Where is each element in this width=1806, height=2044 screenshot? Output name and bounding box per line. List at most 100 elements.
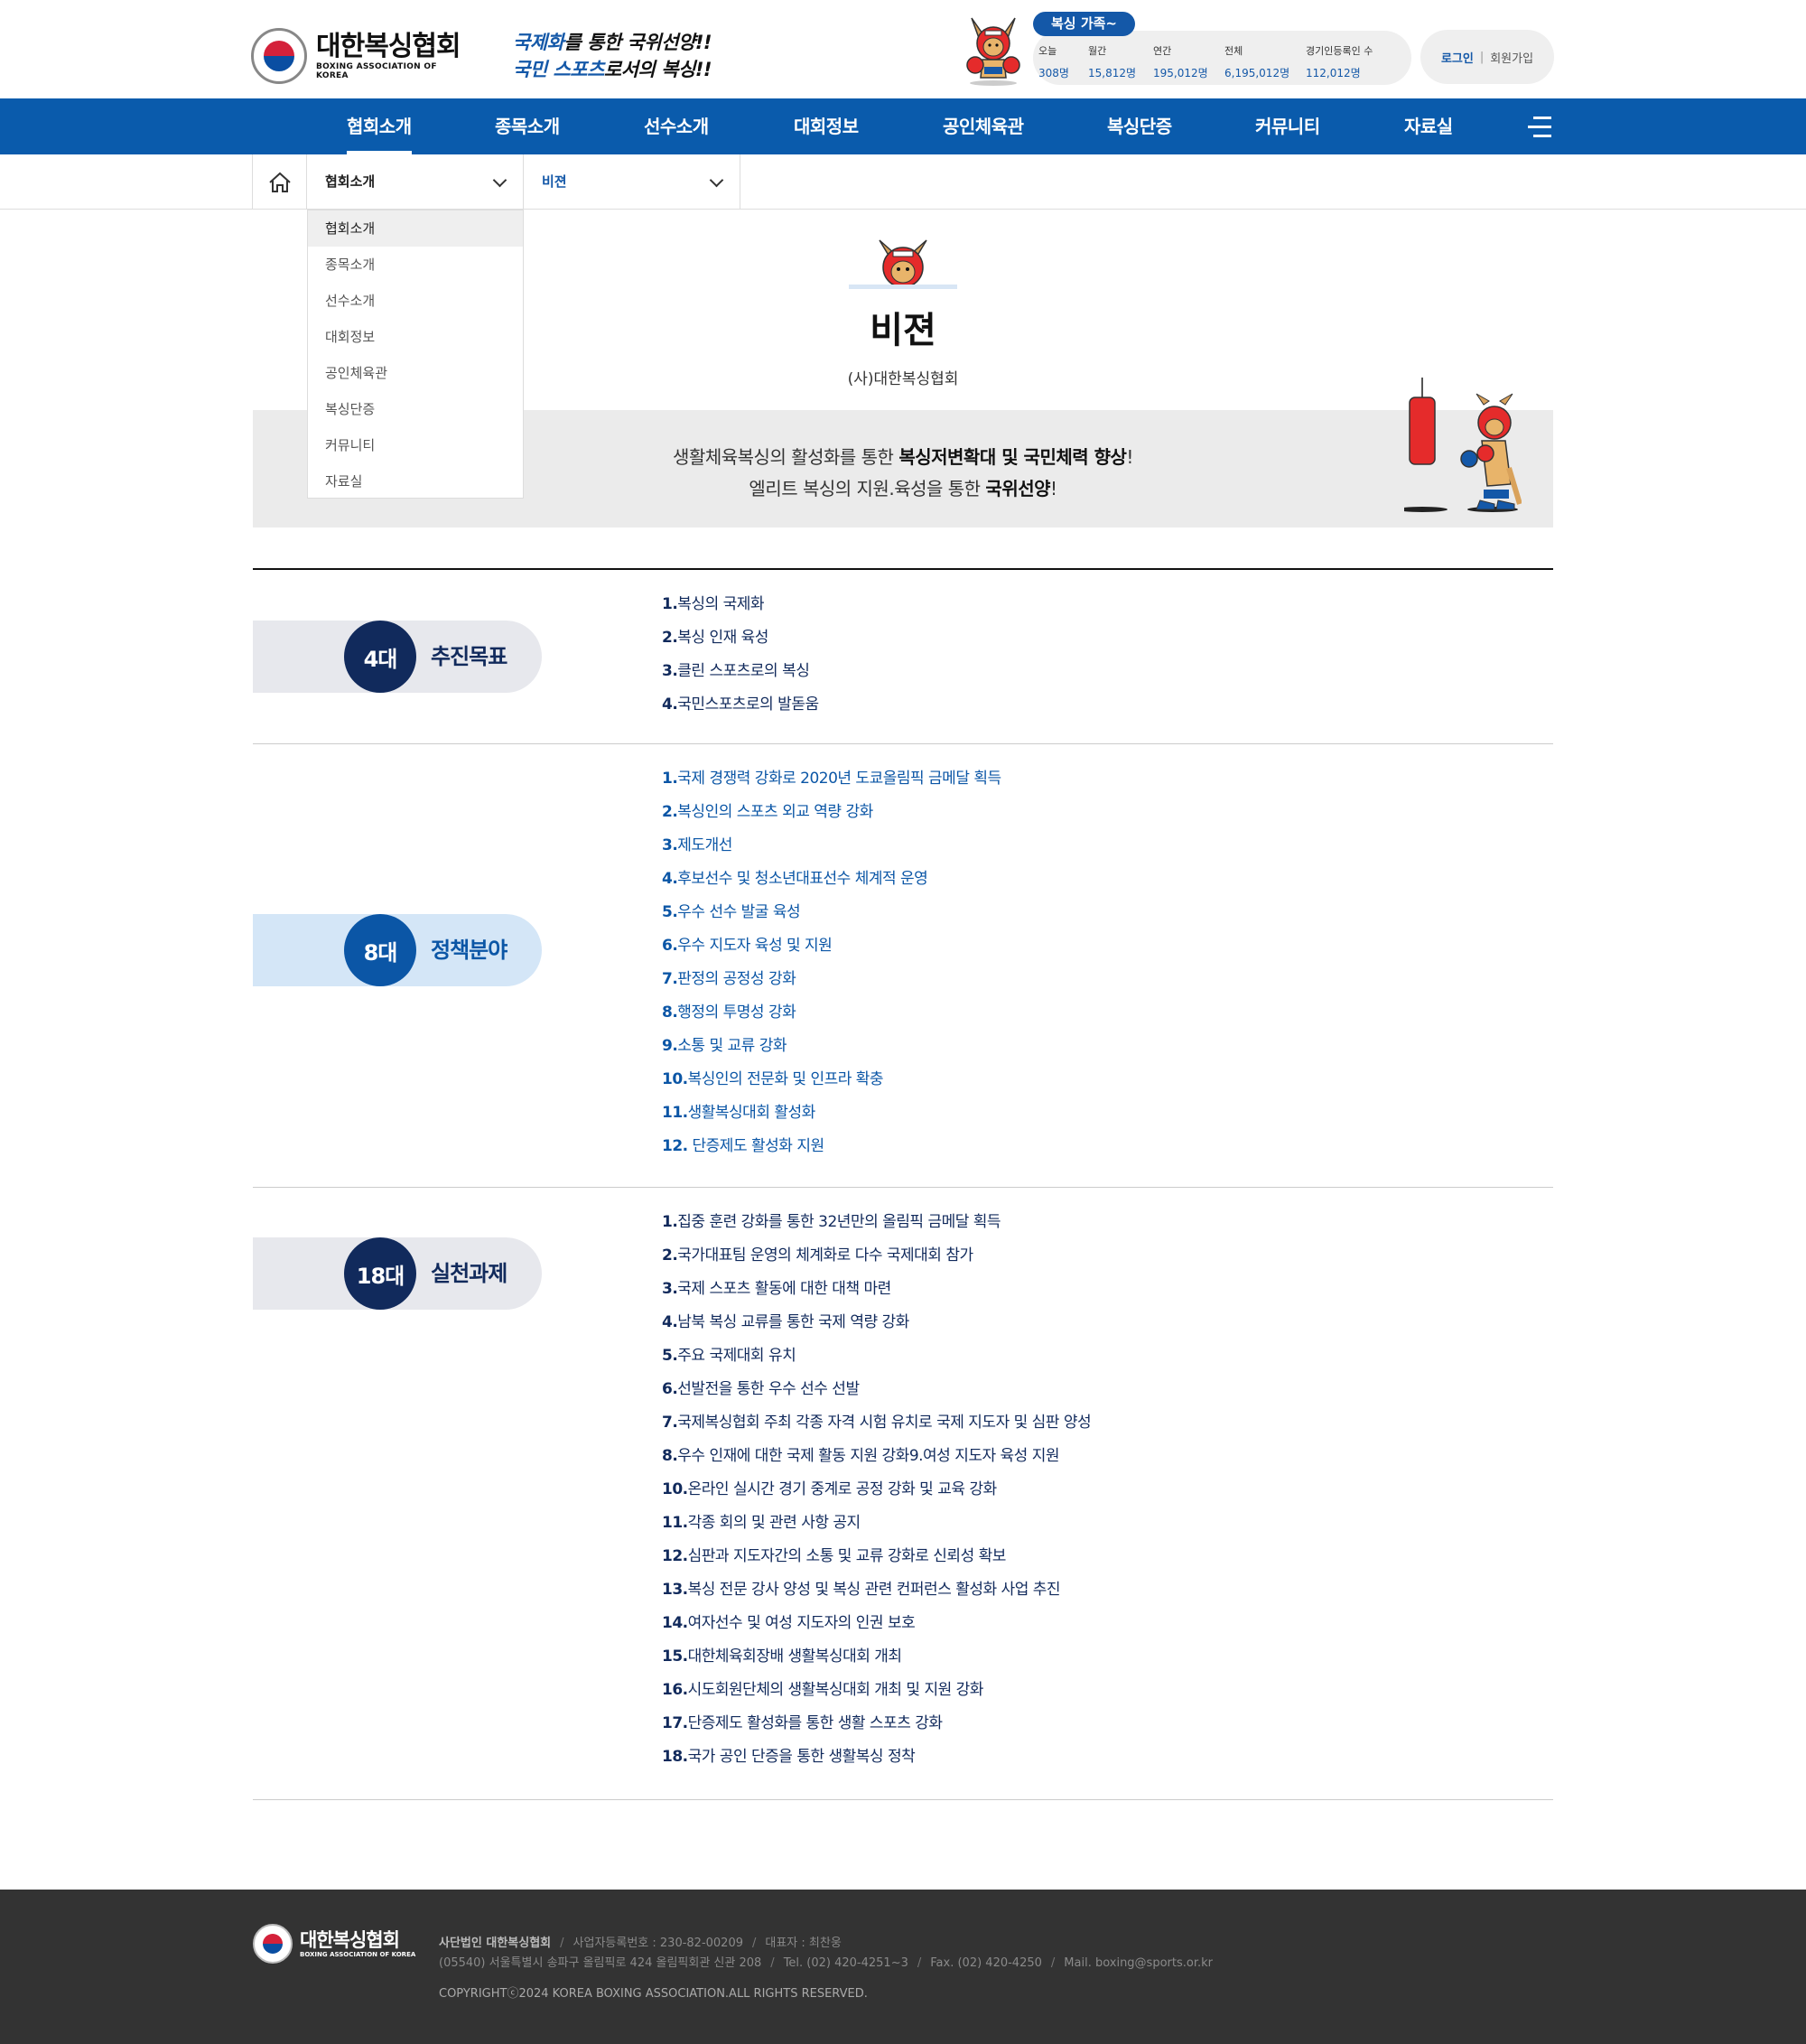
dropdown-item[interactable]: 자료실 <box>308 463 523 499</box>
stat-today: 오늘 308명 <box>1038 45 1069 79</box>
stats-badge: 복싱 가족~ <box>1033 12 1135 36</box>
menu-hamburger-icon[interactable] <box>1528 115 1551 138</box>
stat-yearly: 연간 195,012명 <box>1153 45 1208 79</box>
list-item: 18.국가 공인 단증을 통한 생활복싱 정착 <box>662 1748 916 1766</box>
auth-links: 로그인 | 회원가입 <box>1420 30 1554 84</box>
list-item: 1.국제 경쟁력 강화로 2020년 도쿄올림픽 금메달 획득 <box>662 770 1001 788</box>
list-item: 6.우수 지도자 육성 및 지원 <box>662 937 833 955</box>
list-item: 4.국민스포츠로의 발돋움 <box>662 695 819 714</box>
list-item: 7.국제복싱협회 주최 각종 자격 시험 유치로 국제 지도자 및 심판 양성 <box>662 1414 1092 1432</box>
list-item: 7.판정의 공정성 강화 <box>662 970 796 988</box>
home-button[interactable] <box>252 154 307 210</box>
footer-copyright: COPYRIGHTⓒ2024 KOREA BOXING ASSOCIATION.… <box>439 1987 868 2001</box>
dropdown-item[interactable]: 공인체육관 <box>308 355 523 391</box>
list-item: 3.국제 스포츠 활동에 대한 대책 마련 <box>662 1280 891 1298</box>
gnb-item-players[interactable]: 선수소개 <box>644 98 709 154</box>
list-item: 9.소통 및 교류 강화 <box>662 1037 787 1055</box>
site-header: 대한복싱협회 BOXING ASSOCIATION OF KOREA 국제화를 … <box>0 0 1806 98</box>
list-item: 5.주요 국제대회 유치 <box>662 1347 796 1365</box>
section-badge: 18대 실천과제 <box>253 1237 542 1310</box>
list-item: 8.우수 인재에 대한 국제 활동 지원 강화9.여성 지도자 육성 지원 <box>662 1447 1060 1465</box>
depth2-select[interactable]: 비젼 <box>524 154 740 210</box>
section-count: 8대 <box>344 914 416 986</box>
list-item: 13.복싱 전문 강사 양성 및 복싱 관련 컨퍼런스 활성화 사업 추진 <box>662 1581 1061 1599</box>
list-item: 2.국가대표팀 운영의 체계화로 다수 국제대회 참가 <box>662 1246 973 1265</box>
section-count: 18대 <box>344 1237 416 1310</box>
auth-divider: | <box>1479 50 1485 64</box>
chevron-down-icon <box>709 173 724 188</box>
list-item: 4.남북 복싱 교류를 통한 국제 역량 강화 <box>662 1313 909 1331</box>
section-tasks: 18대 실천과제 1.집중 훈련 강화를 통한 32년만의 올림픽 금메달 획득… <box>253 1188 1553 1800</box>
gnb-item-competitions[interactable]: 대회정보 <box>794 98 859 154</box>
visitor-stats: 복싱 가족~ 오늘 308명 월간 15,812명 연간 195,012명 전체 6,1… <box>957 9 1411 87</box>
dropdown-item[interactable]: 종목소개 <box>308 247 523 283</box>
list-item: 4.후보선수 및 청소년대표선수 체계적 운영 <box>662 870 928 888</box>
dropdown-item[interactable]: 커뮤니티 <box>308 427 523 463</box>
page-subtitle: (사)대한복싱협회 <box>847 370 959 388</box>
list-item: 6.선발전을 통한 우수 선수 선발 <box>662 1380 860 1398</box>
list-item <box>662 1774 1091 1807</box>
section-list: 1.국제 경쟁력 강화로 2020년 도쿄올림픽 금메달 획득 2.복싱인의 스… <box>662 762 1001 1163</box>
section-label: 정책분야 <box>431 938 507 963</box>
stat-registered: 경기인등록인 수 112,012명 <box>1306 45 1373 79</box>
home-icon <box>268 172 291 192</box>
footer-contact-info: (05540) 서울특별시 송파구 올림픽로 424 올림픽회관 신관 208/… <box>439 1956 1213 1970</box>
gnb-item-gyms[interactable]: 공인체육관 <box>943 98 1024 154</box>
list-item: 17.단증제도 활성화를 통한 생활 스포츠 강화 <box>662 1714 943 1732</box>
logo-subtitle: BOXING ASSOCIATION OF KOREA <box>316 62 437 80</box>
signup-link[interactable]: 회원가입 <box>1490 49 1533 66</box>
list-item: 3.클린 스포츠로의 복싱 <box>662 662 810 680</box>
dropdown-item[interactable]: 대회정보 <box>308 319 523 355</box>
list-item: 15.대한체육회장배 생활복싱대회 개최 <box>662 1647 902 1666</box>
site-footer: 대한복싱협회 BOXING ASSOCIATION OF KOREA 사단법인 … <box>0 1890 1806 2044</box>
dropdown-item[interactable]: 선수소개 <box>308 283 523 319</box>
mascot-head-icon <box>879 239 927 288</box>
punching-bag-mascot-icon <box>1404 378 1522 512</box>
list-item: 12.심판과 지도자간의 소통 및 교류 강화로 신뢰성 확보 <box>662 1547 1006 1565</box>
sub-navigation: 협회소개 비젼 <box>0 154 1806 210</box>
list-item: 8.행정의 투명성 강화 <box>662 1003 796 1022</box>
list-item: 16.시도회원단체의 생활복싱대회 개최 및 지원 강화 <box>662 1681 983 1699</box>
section-list: 1.집중 훈련 강화를 통한 32년만의 올림픽 금메달 획득 2.국가대표팀 … <box>662 1206 1092 1807</box>
list-item: 10.온라인 실시간 경기 중계로 공정 강화 및 교육 강화 <box>662 1480 997 1498</box>
gnb-item-association[interactable]: 협회소개 <box>347 98 412 154</box>
footer-company-info: 사단법인 대한복싱협회 / 사업자등록번호 : 230-82-00209/대표자 :… <box>439 1937 842 1950</box>
footer-logo-subtitle: BOXING ASSOCIATION OF KOREA <box>300 1951 416 1958</box>
stat-monthly: 월간 15,812명 <box>1088 45 1137 79</box>
association-emblem-icon <box>253 1924 293 1964</box>
logo-title: 대한복싱협회 <box>316 31 461 62</box>
gnb-item-community[interactable]: 커뮤니티 <box>1255 98 1320 154</box>
gnb-item-sport[interactable]: 종목소개 <box>495 98 560 154</box>
section-badge: 4대 추진목표 <box>253 621 542 693</box>
dropdown-item[interactable]: 복싱단증 <box>308 391 523 427</box>
list-item: 5.우수 선수 발굴 육성 <box>662 903 801 921</box>
login-link[interactable]: 로그인 <box>1441 49 1474 66</box>
stat-total: 전체 6,195,012명 <box>1224 45 1290 79</box>
list-item: 3.제도개선 <box>662 836 732 854</box>
list-item: 14.여자선수 및 여성 지도자의 인권 보호 <box>662 1614 916 1632</box>
dropdown-item[interactable]: 협회소개 <box>308 210 523 247</box>
section-goals: 4대 추진목표 1.복싱의 국제화 2.복싱 인재 육성 3.클린 스포츠로의 … <box>253 570 1553 744</box>
gnb-item-belt[interactable]: 복싱단증 <box>1107 98 1172 154</box>
title-underline <box>849 285 957 289</box>
main-navigation: 협회소개 종목소개 선수소개 대회정보 공인체육관 복싱단증 커뮤니티 자료실 <box>0 98 1806 154</box>
list-item: 11.각종 회의 및 관련 사항 공지 <box>662 1514 861 1532</box>
list-item: 1.복싱의 국제화 <box>662 595 765 613</box>
footer-logo-title: 대한복싱협회 <box>300 1929 400 1951</box>
list-item: 2.복싱 인재 육성 <box>662 629 768 647</box>
section-label: 추진목표 <box>431 644 507 669</box>
association-emblem-icon <box>251 28 307 84</box>
depth1-select[interactable]: 협회소개 <box>307 154 524 210</box>
section-badge: 8대 정책분야 <box>253 914 542 986</box>
site-logo[interactable]: 대한복싱협회 BOXING ASSOCIATION OF KOREA <box>251 25 468 87</box>
chevron-down-icon <box>492 173 507 188</box>
list-item: 2.복싱인의 스포츠 외교 역량 강화 <box>662 803 873 821</box>
list-item: 1.집중 훈련 강화를 통한 32년만의 올림픽 금메달 획득 <box>662 1213 1001 1231</box>
section-policy: 8대 정책분야 1.국제 경쟁력 강화로 2020년 도쿄올림픽 금메달 획득 … <box>253 744 1553 1188</box>
section-count: 4대 <box>344 621 416 693</box>
footer-logo[interactable]: 대한복싱협회 BOXING ASSOCIATION OF KOREA <box>253 1924 415 1964</box>
gnb-item-archive[interactable]: 자료실 <box>1404 98 1453 154</box>
kangaroo-mascot-icon <box>966 17 1020 86</box>
list-item: 12. 단증제도 활성화 지원 <box>662 1137 824 1155</box>
depth1-dropdown: 협회소개 종목소개 선수소개 대회정보 공인체육관 복싱단증 커뮤니티 자료실 <box>307 210 524 499</box>
